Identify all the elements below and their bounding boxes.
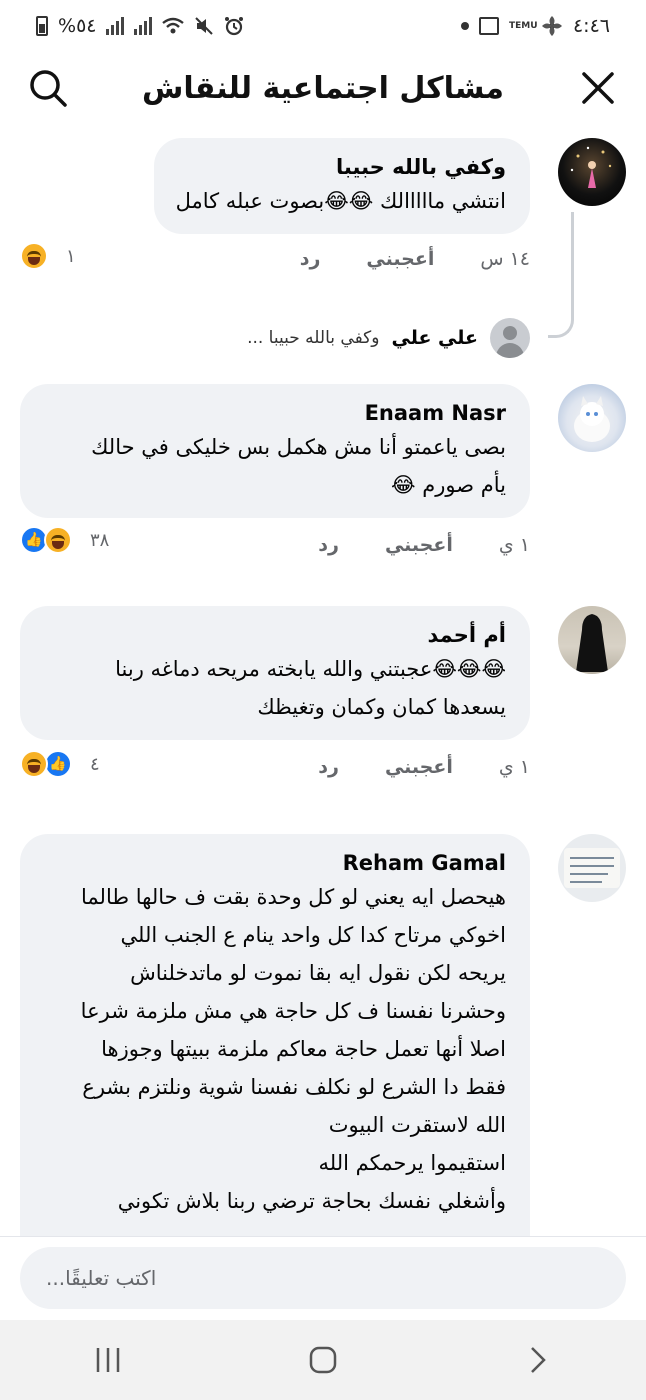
reply-preview[interactable]: علي علي وكفي بالله حبيبا ... bbox=[247, 318, 530, 358]
search-button[interactable] bbox=[22, 62, 74, 114]
avatar[interactable] bbox=[558, 606, 626, 674]
reply-snippet: وكفي بالله حبيبا ... bbox=[247, 328, 380, 348]
signal-icon bbox=[106, 17, 125, 35]
battery-percent: %٥٤ bbox=[58, 15, 97, 37]
close-icon bbox=[582, 72, 614, 104]
comment-text-line: 😂😂😂عجبتني والله يابخته مريحه دماغه ربنا bbox=[115, 657, 506, 681]
comment-author[interactable]: أم أحمد bbox=[42, 620, 506, 650]
avatar[interactable] bbox=[558, 138, 626, 206]
reply-button[interactable]: رد bbox=[300, 248, 321, 270]
close-button[interactable] bbox=[572, 62, 624, 114]
news-icon bbox=[478, 17, 499, 35]
home-icon bbox=[309, 1346, 337, 1374]
comment-item: Reham Gamal هيحصل ايه يعني لو كل وحدة بق… bbox=[20, 834, 626, 1236]
comment-text-line: وحشرنا نفسنا ف كل حاجة هي مش ملزمة شرعا bbox=[80, 999, 506, 1023]
alarm-icon bbox=[225, 17, 244, 36]
comment-bubble: وكفي بالله حبيبا انتشي مااااالك 😂😂بصوت ع… bbox=[153, 138, 530, 234]
system-nav-bar bbox=[0, 1320, 646, 1400]
reply-button[interactable]: رد bbox=[318, 756, 339, 778]
comment-item: وكفي بالله حبيبا انتشي مااااالك 😂😂بصوت ع… bbox=[20, 138, 626, 358]
status-right: TEMU ٤:٤٦ bbox=[460, 15, 610, 37]
home-button[interactable] bbox=[293, 1330, 353, 1390]
temu-icon: TEMU bbox=[508, 20, 538, 31]
fan-icon bbox=[541, 16, 562, 36]
comment-text-line: فقط دا الشرع لو نكلف نفسنا شوية ونلتزم ب… bbox=[82, 1075, 506, 1099]
comment-text-line: اصلا أنها تعمل حاجة معاكم ملزمة ببيتها و… bbox=[101, 1037, 506, 1061]
back-chevron-icon bbox=[531, 1347, 547, 1373]
haha-reaction-icon bbox=[44, 526, 72, 554]
clock: ٤:٤٦ bbox=[572, 15, 610, 37]
comment-text-line: اخوكي مرتاح كدا كل واحد ينام ع الجنب الل… bbox=[120, 923, 507, 947]
comment-text-line: يسعدها كمان وكمان وتغيظك bbox=[257, 695, 506, 719]
recent-apps-icon bbox=[96, 1348, 119, 1372]
comment-author[interactable]: Reham Gamal bbox=[42, 848, 506, 878]
like-button[interactable]: أعجبني bbox=[385, 756, 453, 778]
avatar[interactable] bbox=[558, 834, 626, 902]
like-button[interactable]: أعجبني bbox=[366, 248, 434, 270]
reaction-summary[interactable]: 👍 ٣٨ bbox=[20, 526, 109, 554]
comment-text-line: هيحصل ايه يعني لو كل وحدة بقت ف حالها طا… bbox=[81, 885, 506, 909]
recent-apps-button[interactable] bbox=[78, 1330, 138, 1390]
wifi-icon bbox=[162, 17, 185, 34]
haha-reaction-icon bbox=[20, 750, 48, 778]
like-button[interactable]: أعجبني bbox=[385, 534, 453, 556]
reaction-count: ٤ bbox=[90, 753, 100, 775]
comment-author[interactable]: وكفي بالله حبيبا bbox=[176, 152, 506, 182]
reaction-count: ٣٨ bbox=[90, 529, 110, 551]
page-title: مشاكل اجتماعية للنقاش bbox=[142, 70, 504, 106]
comment-time: ١ ي bbox=[498, 756, 530, 778]
back-button[interactable] bbox=[508, 1330, 568, 1390]
signal-icon-2 bbox=[134, 17, 153, 35]
comment-item: أم أحمد 😂😂😂عجبتني والله يابخته مريحه دما… bbox=[20, 606, 626, 786]
comment-text-line: بصى ياعمتو أنا مش هكمل بس خليكى في حالك bbox=[91, 435, 506, 459]
comment-text-line: الله لاستقرت البيوت bbox=[328, 1113, 506, 1137]
reply-avatar bbox=[490, 318, 530, 358]
comment-text: انتشي مااااالك 😂😂بصوت عبله كامل bbox=[175, 189, 506, 213]
avatar[interactable] bbox=[558, 384, 626, 452]
comment-text-line: وأشغلي نفسك بحاجة ترضي ربنا بلاش تكوني bbox=[117, 1189, 506, 1213]
comment-bubble: Reham Gamal هيحصل ايه يعني لو كل وحدة بق… bbox=[20, 834, 530, 1236]
battery-icon bbox=[36, 16, 48, 36]
compose-bar: اكتب تعليقًا... bbox=[0, 1236, 646, 1320]
comment-bubble: أم أحمد 😂😂😂عجبتني والله يابخته مريحه دما… bbox=[20, 606, 530, 740]
page-header: مشاكل اجتماعية للنقاش bbox=[0, 52, 646, 124]
reaction-count: ١ bbox=[66, 245, 76, 267]
comment-actions: ١ ي أعجبني رد bbox=[318, 534, 530, 556]
reaction-summary[interactable]: ١ bbox=[20, 242, 76, 270]
status-bar: %٥٤ TEMU ٤:٤٦ bbox=[0, 0, 646, 52]
comment-bubble: Enaam Nasr بصى ياعمتو أنا مش هكمل بس خلي… bbox=[20, 384, 530, 518]
comment-actions: ١٤ س أعجبني رد bbox=[300, 248, 530, 270]
search-icon bbox=[30, 70, 67, 107]
like-reaction-icon: 👍 bbox=[44, 750, 72, 778]
comment-text-line: يأم صورم 😂 bbox=[391, 473, 506, 497]
thread-connector bbox=[548, 212, 574, 338]
comment-input[interactable]: اكتب تعليقًا... bbox=[20, 1247, 626, 1309]
notification-dot-icon bbox=[460, 22, 469, 30]
comment-actions: ١ ي أعجبني رد bbox=[318, 756, 530, 778]
mute-icon bbox=[195, 17, 214, 35]
reaction-summary[interactable]: 👍 ٤ bbox=[20, 750, 100, 778]
haha-reaction-icon bbox=[20, 242, 48, 270]
comment-input-placeholder: اكتب تعليقًا... bbox=[46, 1266, 157, 1290]
comment-time: ١٤ س bbox=[480, 248, 530, 270]
status-left: %٥٤ bbox=[36, 15, 244, 37]
comment-item: Enaam Nasr بصى ياعمتو أنا مش هكمل بس خلي… bbox=[20, 384, 626, 564]
comment-text-line: استقيموا يرحمكم الله bbox=[318, 1151, 506, 1175]
reply-button[interactable]: رد bbox=[318, 534, 339, 556]
comment-time: ١ ي bbox=[498, 534, 530, 556]
reply-author: علي علي bbox=[391, 327, 478, 349]
comment-text-line: يريحه لكن نقول ايه بقا نموت لو ماتدخلناش bbox=[130, 961, 506, 985]
comment-author[interactable]: Enaam Nasr bbox=[42, 398, 506, 428]
